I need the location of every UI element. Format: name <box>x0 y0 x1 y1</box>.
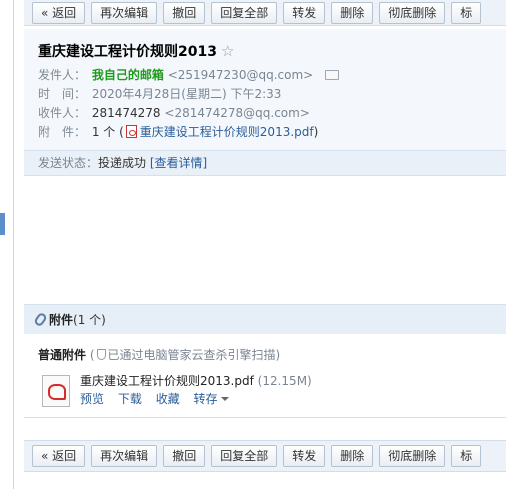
attachments-list: 普通附件 ( 已通过电脑管家云查杀引擎扫描) 重庆建设工程计价规则2013.pdf… <box>24 334 506 418</box>
favorite-link[interactable]: 收藏 <box>156 392 180 406</box>
recall-button-bottom[interactable]: 撤回 <box>163 445 206 467</box>
back-button-bottom[interactable]: « 返回 <box>32 445 86 467</box>
preview-link[interactable]: 预览 <box>80 392 104 406</box>
time-value: 2020年4月28日(星期二) 下午2:33 <box>91 87 282 101</box>
download-link[interactable]: 下载 <box>118 392 142 406</box>
forward-button-bottom[interactable]: 转发 <box>283 445 326 467</box>
recipient-name[interactable]: 281474278 <box>92 106 161 120</box>
recipient-label: 收件人： <box>38 106 87 120</box>
bottom-toolbar: « 返回 再次编辑 撤回 回复全部 转发 删除 彻底删除 标 <box>24 440 506 472</box>
star-icon[interactable]: ☆ <box>221 42 234 60</box>
permanent-delete-button-bottom[interactable]: 彻底删除 <box>379 445 446 467</box>
time-label: 时 间： <box>38 87 87 101</box>
folder-panel-edge <box>0 0 14 489</box>
attachment-count: 1 个 ( <box>91 125 124 139</box>
contact-card-icon[interactable] <box>325 70 340 80</box>
attachment-row: 附 件： 1 个 ( 重庆建设工程计价规则2013.pdf) <box>38 123 318 141</box>
top-toolbar: « 返回 再次编辑 撤回 回复全部 转发 删除 彻底删除 标 <box>24 0 506 26</box>
mark-button[interactable]: 标 <box>451 1 482 24</box>
recipient-row: 收件人： 281474278 <281474278@qq.com> <box>38 104 310 122</box>
mail-body <box>24 176 506 302</box>
time-row: 时 间： 2020年4月28日(星期二) 下午2:33 <box>38 85 281 103</box>
save-to-link[interactable]: 转存 <box>194 392 229 406</box>
attachment-file-size: (12.15M) <box>257 374 312 388</box>
folder-panel-handle[interactable] <box>0 213 5 235</box>
delivery-status-bar: 发送状态：投递成功 [查看详情] <box>24 150 506 176</box>
reply-all-button[interactable]: 回复全部 <box>211 1 278 24</box>
attachments-header: 附件(1 个) <box>24 304 506 334</box>
edit-again-button-bottom[interactable]: 再次编辑 <box>91 445 158 467</box>
scan-close: ) <box>275 348 281 362</box>
attachments-count: (1 个) <box>73 313 106 327</box>
edit-again-button[interactable]: 再次编辑 <box>91 1 158 24</box>
recall-button[interactable]: 撤回 <box>163 1 206 24</box>
permanent-delete-button[interactable]: 彻底删除 <box>379 1 446 24</box>
attachment-actions: 预览 下载 收藏 转存 <box>80 390 239 407</box>
recipient-address: <281474278@qq.com> <box>164 106 310 120</box>
reply-all-button-bottom[interactable]: 回复全部 <box>211 445 278 467</box>
mail-subject: 重庆建设工程计价规则2013 ☆ <box>38 42 235 60</box>
status-value: 投递成功 <box>98 156 147 170</box>
pdf-file-icon[interactable] <box>42 375 70 407</box>
paperclip-icon <box>33 311 48 328</box>
attachments-title: 附件 <box>49 313 74 327</box>
status-detail-link[interactable]: [查看详情] <box>150 156 207 170</box>
sender-name[interactable]: 我自己的邮箱 <box>92 68 164 82</box>
scan-open: ( <box>89 348 95 362</box>
delete-button-bottom[interactable]: 删除 <box>331 445 374 467</box>
shield-icon <box>96 349 106 360</box>
attachment-close: ) <box>313 125 319 139</box>
mark-button-bottom[interactable]: 标 <box>451 445 482 467</box>
sender-address: <251947230@qq.com> <box>167 68 314 82</box>
delete-button[interactable]: 删除 <box>331 1 374 24</box>
mail-header: 重庆建设工程计价规则2013 ☆ 发件人： 我自己的邮箱 <251947230@q… <box>24 29 506 150</box>
status-label: 发送状态： <box>38 156 99 170</box>
normal-attachments-label: 普通附件 <box>38 348 87 362</box>
attachment-file-name[interactable]: 重庆建设工程计价规则2013.pdf <box>80 374 254 388</box>
pdf-icon <box>125 125 137 138</box>
forward-button[interactable]: 转发 <box>283 1 326 24</box>
mail-reader: « 返回 再次编辑 撤回 回复全部 转发 删除 彻底删除 标 重庆建设工程计价规… <box>24 0 506 489</box>
attachment-label: 附 件： <box>38 125 87 139</box>
attachment-file: 重庆建设工程计价规则2013.pdf (12.15M) <box>80 372 312 389</box>
normal-attachments-row: 普通附件 ( 已通过电脑管家云查杀引擎扫描) <box>38 346 280 363</box>
attachment-link[interactable]: 重庆建设工程计价规则2013.pdf <box>140 125 314 139</box>
scan-status: 已通过电脑管家云查杀引擎扫描 <box>107 348 276 362</box>
sender-label: 发件人： <box>38 68 87 82</box>
back-button[interactable]: « 返回 <box>32 1 86 24</box>
sender-row: 发件人： 我自己的邮箱 <251947230@qq.com> <box>38 66 340 84</box>
chevron-down-icon <box>220 397 229 401</box>
